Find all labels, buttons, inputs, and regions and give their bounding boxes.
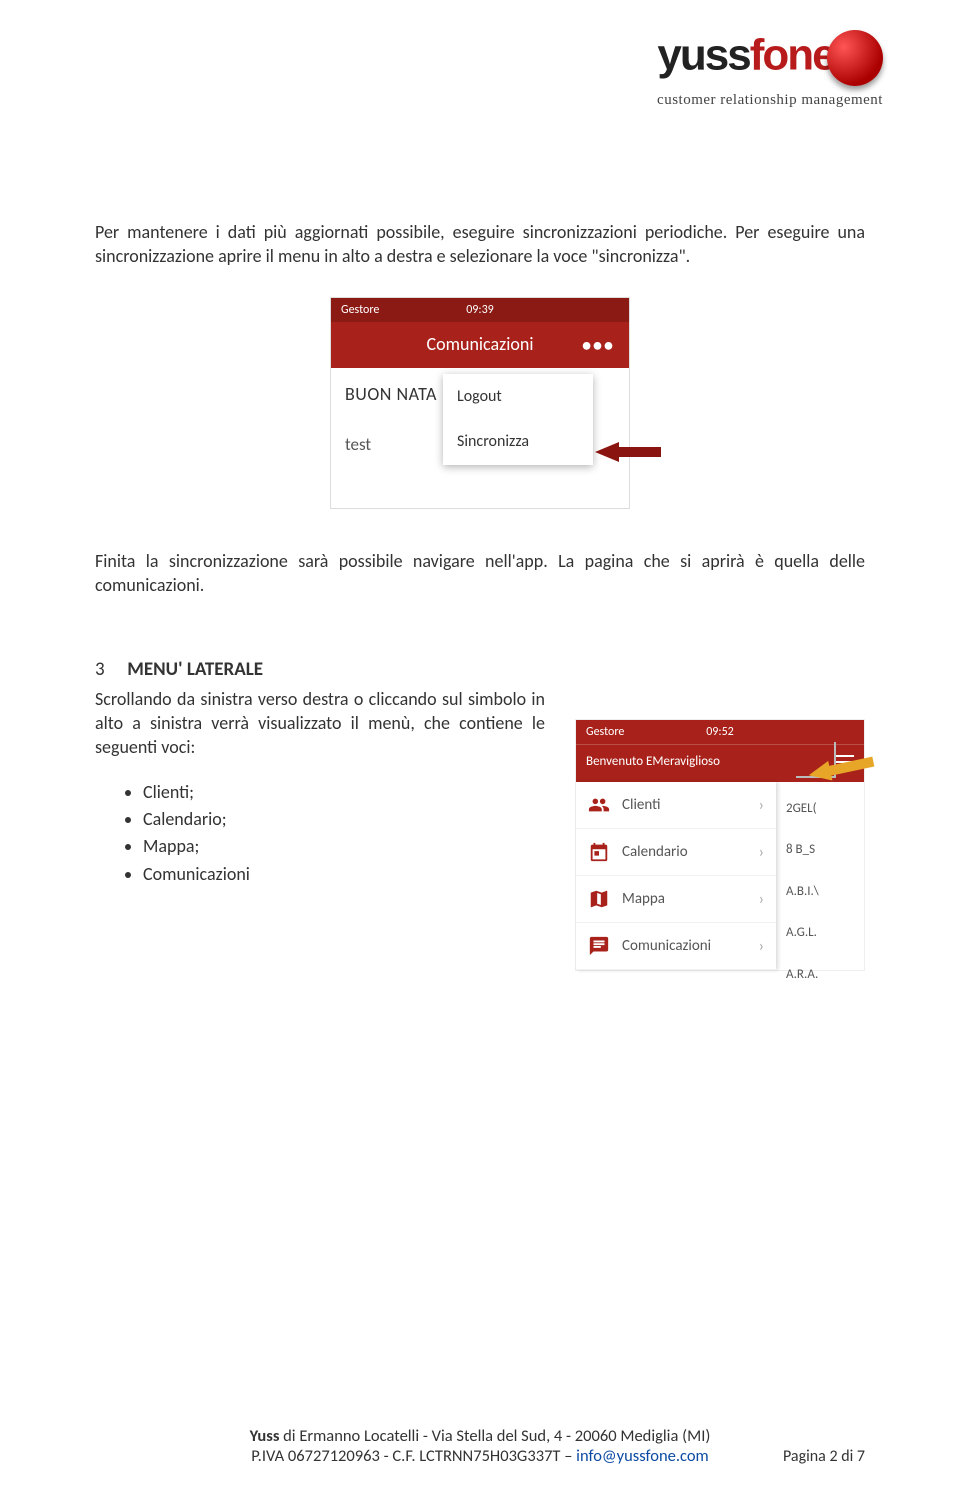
list-item: Calendario;: [143, 807, 545, 831]
more-icon[interactable]: •••: [582, 332, 615, 356]
drawer-item-comunicazioni[interactable]: Comunicazioni ›: [576, 923, 776, 970]
footer-tax: P.IVA 06727120963 - C.F. LCTRNN75H03G337…: [251, 1446, 576, 1466]
logo-text-fone: fone: [750, 31, 835, 80]
screenshot-side-menu: Gestore 09:52 Benvenuto EMeraviglioso Cl…: [575, 719, 865, 972]
status-bar: Gestore 09:52: [576, 720, 864, 744]
footer-brand: Yuss: [250, 1426, 280, 1446]
chevron-right-icon: ›: [759, 889, 764, 911]
menu-item-sincronizza[interactable]: Sincronizza: [443, 419, 593, 465]
navbar-title: Comunicazioni: [427, 332, 534, 356]
list-item: Mappa;: [143, 834, 545, 858]
dropdown-menu: Logout Sincronizza: [443, 374, 593, 465]
logo-text-yuss: yuss: [657, 31, 749, 80]
carrier-label: Gestore: [341, 302, 421, 318]
arrow-annotation-icon: [595, 440, 665, 462]
menu-item-logout[interactable]: Logout: [443, 374, 593, 420]
screenshot-sync-menu: Gestore 09:39 Comunicazioni ••• BUON NAT…: [330, 297, 630, 509]
drawer-label: Calendario: [622, 842, 688, 862]
drawer-item-calendario[interactable]: Calendario ›: [576, 829, 776, 876]
clock-label: 09:52: [706, 724, 734, 740]
clock-label: 09:39: [466, 302, 494, 318]
drawer-label: Clienti: [622, 795, 660, 815]
menu-items-list: Clienti; Calendario; Mappa; Comunicazion…: [143, 780, 545, 886]
drawer-item-clienti[interactable]: Clienti ›: [576, 782, 776, 829]
logo-sphere-icon: [827, 30, 883, 86]
logo-tagline: customer relationship management: [640, 92, 900, 109]
section3-text: Scrollando da sinistra verso destra o cl…: [95, 687, 545, 760]
list-item: 2GEL(: [786, 788, 866, 830]
list-item: A.G.L.: [786, 912, 866, 954]
list-item: Comunicazioni: [143, 862, 545, 886]
chevron-right-icon: ›: [759, 936, 764, 958]
calendar-icon: [588, 841, 610, 863]
paragraph-after-sync: Finita la sincronizzazione sarà possibil…: [95, 549, 865, 598]
section-heading: 3 MENU' LATERALE: [95, 657, 865, 683]
list-item: A.B.I.\: [786, 871, 866, 913]
drawer-label: Mappa: [622, 889, 665, 909]
paragraph-intro: Per mantenere i dati più aggiornati poss…: [95, 220, 865, 269]
drawer-label: Comunicazioni: [622, 936, 711, 956]
side-drawer: Clienti › Calendario ›: [576, 782, 776, 970]
map-icon: [588, 888, 610, 910]
status-bar: Gestore 09:39: [331, 298, 629, 322]
footer-address: di Ermanno Locatelli - Via Stella del Su…: [279, 1426, 710, 1446]
footer-email-link[interactable]: info@yussfone.com: [576, 1446, 709, 1466]
chevron-right-icon: ›: [759, 795, 764, 817]
section-number: 3: [95, 657, 123, 683]
list-item: Clienti;: [143, 780, 545, 804]
section-title: MENU' LATERALE: [127, 658, 263, 681]
people-icon: [588, 794, 610, 816]
list-item: A.R.A.: [786, 954, 866, 996]
chat-icon: [588, 935, 610, 957]
carrier-label: Gestore: [586, 724, 666, 740]
welcome-text: Benvenuto EMeraviglioso: [586, 753, 720, 771]
page-number: Pagina 2 di 7: [783, 1447, 865, 1466]
app-navbar: Comunicazioni •••: [331, 322, 629, 368]
list-item: 8 B_S: [786, 829, 866, 871]
drawer-item-mappa[interactable]: Mappa ›: [576, 876, 776, 923]
brand-logo: yussfone customer relationship managemen…: [640, 30, 900, 109]
chevron-right-icon: ›: [759, 842, 764, 864]
background-list: 2GEL( 8 B_S A.B.I.\ A.G.L. A.R.A.: [786, 788, 866, 996]
